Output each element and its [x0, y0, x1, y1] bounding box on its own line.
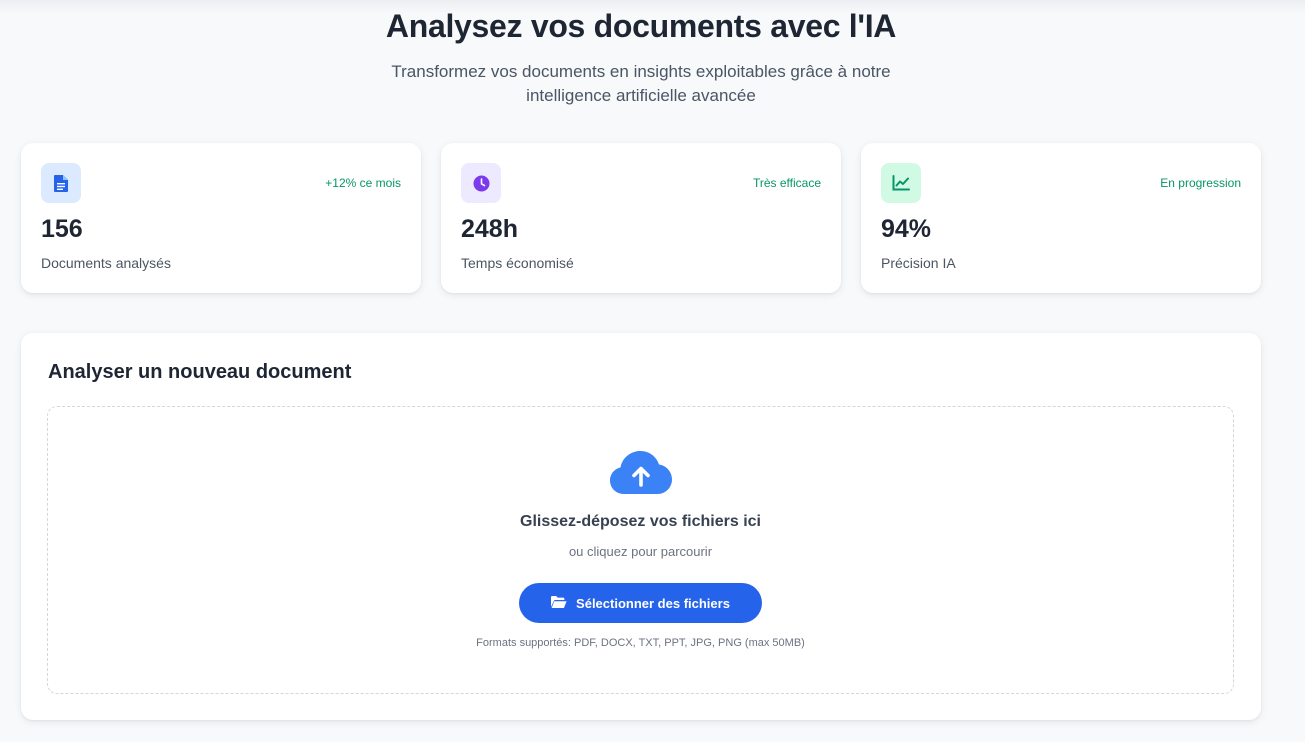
clock-icon	[461, 163, 501, 203]
stat-card-documents: +12% ce mois 156 Documents analysés	[21, 143, 421, 293]
dropzone-subtitle: ou cliquez pour parcourir	[568, 544, 713, 559]
stat-label: Temps économisé	[461, 255, 574, 271]
stat-value: 248h	[461, 215, 518, 243]
supported-formats: Formats supportés: PDF, DOCX, TXT, PPT, …	[476, 637, 805, 649]
select-files-button[interactable]: Sélectionner des fichiers	[519, 583, 762, 623]
upload-title: Analyser un nouveau document	[48, 361, 352, 383]
hero-section: Analysez vos documents avec l'IA Transfo…	[0, 6, 1282, 108]
stat-card-precision: En progression 94% Précision IA	[861, 143, 1261, 293]
dropzone-title: Glissez-déposez vos fichiers ici	[520, 513, 761, 530]
page-title: Analysez vos documents avec l'IA	[385, 8, 897, 44]
stat-label: Précision IA	[881, 255, 956, 271]
select-files-label: Sélectionner des fichiers	[576, 595, 730, 611]
chart-line-icon	[881, 163, 921, 203]
document-icon	[41, 163, 81, 203]
cloud-upload-icon	[609, 449, 673, 500]
stat-label: Documents analysés	[41, 255, 171, 271]
stat-trend: Très efficace	[752, 176, 821, 190]
stat-trend: En progression	[1160, 176, 1241, 190]
upload-panel: Analyser un nouveau document Glissez-dép…	[21, 333, 1261, 720]
stat-trend: +12% ce mois	[325, 176, 401, 190]
page-subtitle: Transformez vos documents en insights ex…	[391, 62, 891, 105]
stat-value: 94%	[881, 215, 932, 243]
dropzone[interactable]: Glissez-déposez vos fichiers ici ou cliq…	[47, 406, 1234, 694]
stat-card-time: Très efficace 248h Temps économisé	[441, 143, 841, 293]
stat-value: 156	[41, 215, 83, 243]
folder-open-icon	[551, 595, 567, 611]
